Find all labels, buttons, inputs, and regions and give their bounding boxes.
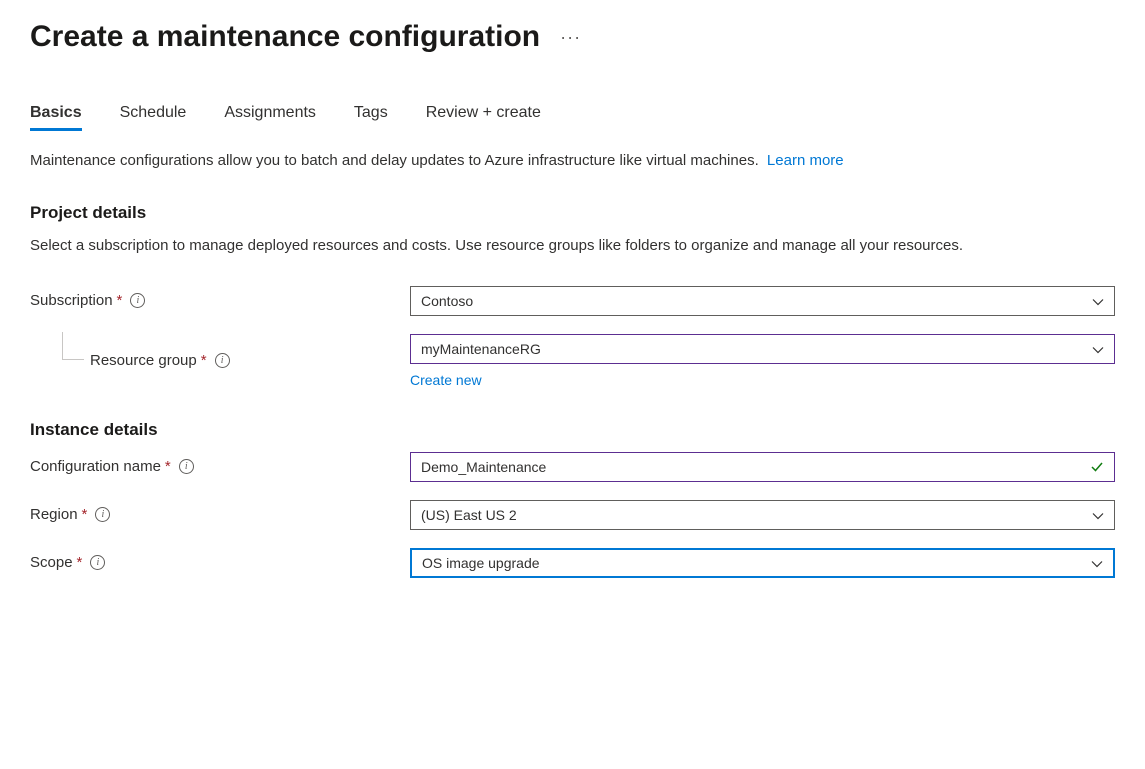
intro-text: Maintenance configurations allow you to … bbox=[30, 152, 1115, 169]
project-details-section: Project details Select a subscription to… bbox=[30, 203, 1115, 388]
required-asterisk: * bbox=[82, 506, 88, 523]
subscription-value: Contoso bbox=[421, 293, 473, 309]
region-dropdown[interactable]: (US) East US 2 bbox=[410, 500, 1115, 530]
tab-basics[interactable]: Basics bbox=[30, 104, 82, 130]
page-title: Create a maintenance configuration bbox=[30, 20, 540, 54]
scope-dropdown[interactable]: OS image upgrade bbox=[410, 548, 1115, 578]
info-icon[interactable]: i bbox=[215, 353, 230, 368]
scope-label: Scope * i bbox=[30, 554, 410, 571]
tree-connector-icon bbox=[62, 332, 84, 360]
resource-group-dropdown[interactable]: myMaintenanceRG bbox=[410, 334, 1115, 364]
info-icon[interactable]: i bbox=[179, 459, 194, 474]
chevron-down-icon bbox=[1092, 295, 1104, 307]
resource-group-value: myMaintenanceRG bbox=[421, 341, 541, 357]
project-details-desc: Select a subscription to manage deployed… bbox=[30, 235, 1110, 258]
region-label: Region * i bbox=[30, 506, 410, 523]
subscription-label-text: Subscription bbox=[30, 292, 113, 309]
info-icon[interactable]: i bbox=[90, 555, 105, 570]
tab-review-create[interactable]: Review + create bbox=[426, 104, 541, 130]
intro-description: Maintenance configurations allow you to … bbox=[30, 152, 759, 169]
region-label-text: Region bbox=[30, 506, 78, 523]
configuration-name-label: Configuration name * i bbox=[30, 458, 410, 475]
configuration-name-value: Demo_Maintenance bbox=[421, 459, 546, 475]
instance-details-section: Instance details Configuration name * i … bbox=[30, 420, 1115, 578]
learn-more-link[interactable]: Learn more bbox=[767, 152, 844, 169]
region-value: (US) East US 2 bbox=[421, 507, 517, 523]
configuration-name-input[interactable]: Demo_Maintenance bbox=[410, 452, 1115, 482]
required-asterisk: * bbox=[165, 458, 171, 475]
scope-value: OS image upgrade bbox=[422, 555, 540, 571]
chevron-down-icon bbox=[1091, 557, 1103, 569]
info-icon[interactable]: i bbox=[130, 293, 145, 308]
configuration-name-label-text: Configuration name bbox=[30, 458, 161, 475]
subscription-dropdown[interactable]: Contoso bbox=[410, 286, 1115, 316]
resource-group-label-text: Resource group bbox=[90, 352, 197, 369]
scope-label-text: Scope bbox=[30, 554, 73, 571]
required-asterisk: * bbox=[117, 292, 123, 309]
chevron-down-icon bbox=[1092, 509, 1104, 521]
instance-details-title: Instance details bbox=[30, 420, 1115, 440]
tab-assignments[interactable]: Assignments bbox=[224, 104, 316, 130]
check-icon bbox=[1090, 460, 1104, 474]
required-asterisk: * bbox=[201, 352, 207, 369]
subscription-label: Subscription * i bbox=[30, 292, 410, 309]
more-menu-icon[interactable]: ··· bbox=[560, 27, 581, 48]
project-details-title: Project details bbox=[30, 203, 1115, 223]
tab-tags[interactable]: Tags bbox=[354, 104, 388, 130]
resource-group-label: Resource group * i bbox=[30, 352, 410, 369]
tab-schedule[interactable]: Schedule bbox=[120, 104, 187, 130]
tab-bar: Basics Schedule Assignments Tags Review … bbox=[30, 104, 1115, 130]
chevron-down-icon bbox=[1092, 343, 1104, 355]
info-icon[interactable]: i bbox=[95, 507, 110, 522]
required-asterisk: * bbox=[77, 554, 83, 571]
create-new-link[interactable]: Create new bbox=[410, 372, 482, 388]
